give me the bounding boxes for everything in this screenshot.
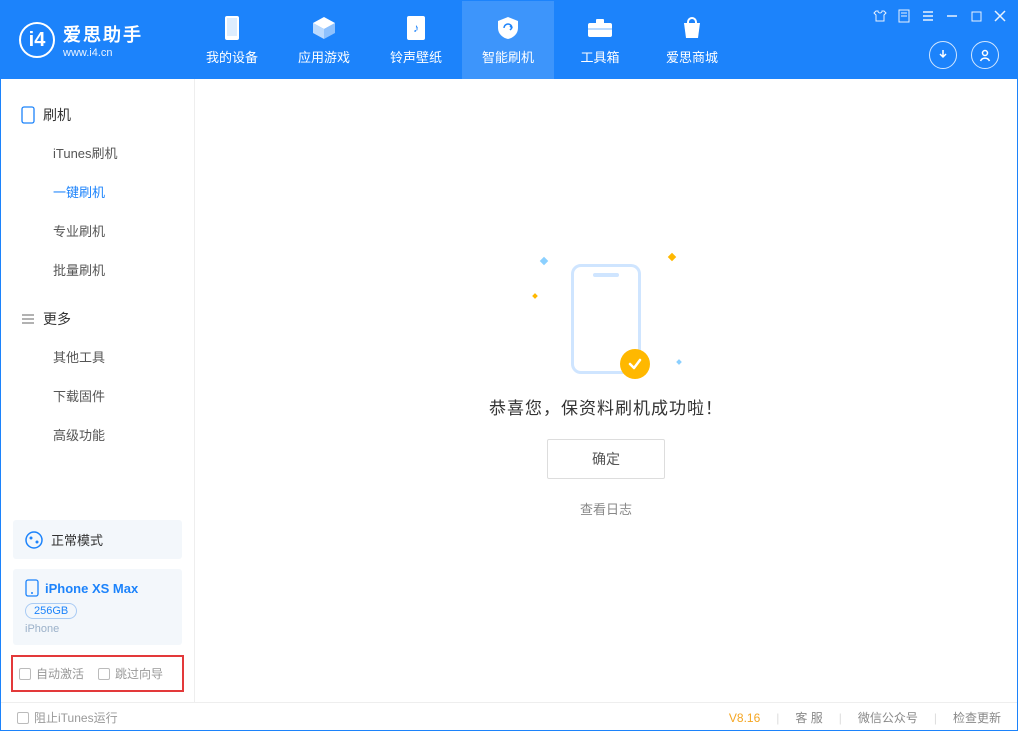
checkbox-skip-guide[interactable]: 跳过向导 [98,665,163,682]
device-card[interactable]: iPhone XS Max 256GB iPhone [13,569,182,645]
user-button[interactable] [971,41,999,69]
checkbox-box-icon [19,668,31,680]
success-illustration [571,264,641,374]
section-more-title: 更多 [1,301,194,337]
sidebar-item-download-firmware[interactable]: 下载固件 [1,376,194,415]
tab-label: 铃声壁纸 [390,47,442,66]
section-flash-title: 刷机 [1,97,194,133]
svg-text:♪: ♪ [413,21,419,35]
view-log-link[interactable]: 查看日志 [580,499,632,518]
device-capacity: 256GB [25,603,77,619]
sidebar-item-advanced[interactable]: 高级功能 [1,415,194,454]
toolbox-icon [586,15,614,41]
sidebar-item-batch-flash[interactable]: 批量刷机 [1,250,194,289]
separator: | [776,711,779,725]
checkbox-label: 阻止iTunes运行 [34,709,118,726]
tab-store[interactable]: 爱思商城 [646,1,738,79]
tshirt-icon[interactable] [873,9,887,23]
checkbox-label: 跳过向导 [115,665,163,682]
title-bar-buttons [873,9,1007,23]
options-row-highlighted: 自动激活 跳过向导 [11,655,184,692]
music-file-icon: ♪ [405,15,427,41]
sidebar-item-itunes-flash[interactable]: iTunes刷机 [1,133,194,172]
menu-icon[interactable] [921,9,935,23]
tab-label: 爱思商城 [666,47,718,66]
device-type: iPhone [25,623,170,635]
body: 刷机 iTunes刷机 一键刷机 专业刷机 批量刷机 更多 其他工具 下载固件 … [1,79,1017,702]
success-message: 恭喜您，保资料刷机成功啦！ [489,394,723,419]
list-icon [21,313,35,325]
header-action-circles [929,41,999,69]
sparkle-icon [532,293,538,299]
separator: | [934,711,937,725]
tab-ringtone-wallpaper[interactable]: ♪ 铃声壁纸 [370,1,462,79]
nav-tabs: 我的设备 应用游戏 ♪ 铃声壁纸 智能刷机 工具箱 爱思商城 [186,1,738,79]
tab-label: 我的设备 [206,47,258,66]
sparkle-icon [668,252,676,260]
app-name: 爱思助手 [63,21,143,47]
check-badge-icon [620,349,650,379]
separator: | [839,711,842,725]
section-title-label: 刷机 [43,105,71,125]
tab-label: 工具箱 [580,47,619,66]
customer-service-link[interactable]: 客 服 [795,709,822,726]
mode-label: 正常模式 [51,530,103,549]
header-bar: i4 爱思助手 www.i4.cn 我的设备 应用游戏 ♪ 铃声壁纸 智能刷机 … [1,1,1017,79]
status-bar: 阻止iTunes运行 V8.16 | 客 服 | 微信公众号 | 检查更新 [1,702,1017,732]
sidebar-bottom: 正常模式 iPhone XS Max 256GB iPhone 自动激活 跳过向… [1,520,194,702]
app-url: www.i4.cn [63,47,143,59]
checkbox-label: 自动激活 [36,665,84,682]
close-button[interactable] [993,9,1007,23]
tab-label: 应用游戏 [298,47,350,66]
wechat-link[interactable]: 微信公众号 [858,709,918,726]
tab-apps-games[interactable]: 应用游戏 [278,1,370,79]
mode-card[interactable]: 正常模式 [13,520,182,559]
app-logo-icon: i4 [19,22,55,58]
minimize-button[interactable] [945,9,959,23]
phone-illustration-icon [571,264,641,374]
sidebar-item-pro-flash[interactable]: 专业刷机 [1,211,194,250]
cube-icon [311,15,337,41]
sparkle-icon [676,359,682,365]
download-button[interactable] [929,41,957,69]
status-right: V8.16 | 客 服 | 微信公众号 | 检查更新 [729,709,1001,726]
app-logo-text: 爱思助手 www.i4.cn [63,21,143,59]
checkbox-auto-activate[interactable]: 自动激活 [19,665,84,682]
check-update-link[interactable]: 检查更新 [953,709,1001,726]
note-icon[interactable] [897,9,911,23]
checkbox-box-icon [17,712,29,724]
maximize-button[interactable] [969,9,983,23]
tab-smart-flash[interactable]: 智能刷机 [462,1,554,79]
bag-icon [680,15,704,41]
phone-icon [222,15,242,41]
checkbox-box-icon [98,668,110,680]
version-label: V8.16 [729,711,760,725]
device-name: iPhone XS Max [45,581,138,596]
section-title-label: 更多 [43,309,71,329]
sidebar-item-one-click-flash[interactable]: 一键刷机 [1,172,194,211]
phone-outline-icon [21,106,35,124]
sync-shield-icon [495,15,521,41]
tab-label: 智能刷机 [482,47,534,66]
logo-area: i4 爱思助手 www.i4.cn [1,1,186,79]
main-content: 恭喜您，保资料刷机成功啦！ 确定 查看日志 [195,79,1017,702]
checkbox-block-itunes[interactable]: 阻止iTunes运行 [17,709,118,726]
sidebar-item-other-tools[interactable]: 其他工具 [1,337,194,376]
mode-icon [25,531,43,549]
device-phone-icon [25,579,39,597]
sidebar: 刷机 iTunes刷机 一键刷机 专业刷机 批量刷机 更多 其他工具 下载固件 … [1,79,195,702]
tab-toolbox[interactable]: 工具箱 [554,1,646,79]
sparkle-icon [540,256,548,264]
confirm-button[interactable]: 确定 [547,439,665,479]
tab-my-device[interactable]: 我的设备 [186,1,278,79]
